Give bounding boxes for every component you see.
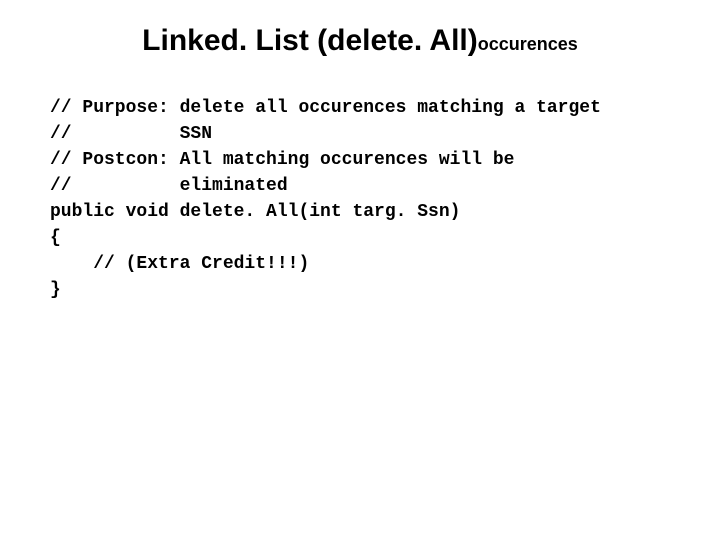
code-line: public void delete. All(int targ. Ssn)	[50, 202, 460, 222]
code-line: // eliminated	[50, 176, 288, 196]
slide-title: Linked. List (delete. All)occurences	[0, 24, 720, 57]
code-line: {	[50, 228, 61, 248]
title-sub: occurences	[478, 34, 578, 54]
code-line: }	[50, 280, 61, 300]
code-block: // Purpose: delete all occurences matchi…	[50, 95, 601, 303]
code-line: // Purpose: delete all occurences matchi…	[50, 98, 601, 118]
code-line: // SSN	[50, 124, 212, 144]
code-line: // (Extra Credit!!!)	[50, 254, 309, 274]
slide: Linked. List (delete. All)occurences // …	[0, 0, 720, 540]
title-main: Linked. List (delete. All)	[142, 24, 478, 57]
code-line: // Postcon: All matching occurences will…	[50, 150, 514, 170]
